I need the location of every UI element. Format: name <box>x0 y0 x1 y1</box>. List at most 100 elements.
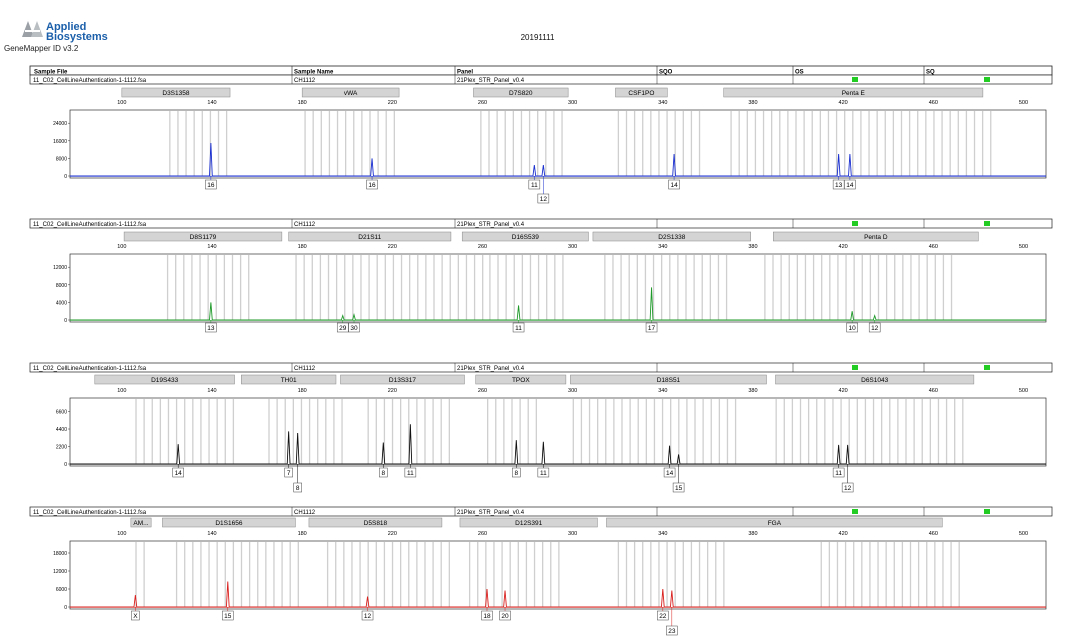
allele-bin <box>658 542 660 607</box>
allele-bin <box>723 542 725 607</box>
allele-bin <box>489 255 491 320</box>
allele-bin <box>674 542 676 607</box>
allele-bin <box>353 111 355 176</box>
allele-call-label: 16 <box>368 182 376 189</box>
allele-bin <box>425 255 427 320</box>
allele-bin <box>625 542 628 607</box>
allele-bin <box>175 255 177 320</box>
allele-bin <box>449 255 451 320</box>
allele-bin <box>292 399 294 464</box>
x-tick-label: 380 <box>748 531 757 537</box>
allele-bin <box>488 111 490 176</box>
dye-panel-green: 11_C02_CellLineAuthentication-1-1112.fsa… <box>29 218 1053 333</box>
allele-call-label: X <box>133 613 138 620</box>
sample-file: 11_C02_CellLineAuthentication-1-1112.fsa <box>33 78 147 84</box>
x-tick-label: 100 <box>117 100 126 106</box>
allele-bin <box>877 255 880 320</box>
allele-bin <box>779 111 781 176</box>
sample-file: 11_C02_CellLineAuthentication-1-1112.fsa <box>33 510 147 516</box>
allele-bin <box>941 111 943 176</box>
allele-bin <box>942 542 944 607</box>
allele-bin <box>861 255 863 320</box>
allele-bin <box>835 111 838 176</box>
allele-bin <box>698 542 701 607</box>
dye-panel-blue: 11_C02_CellLineAuthentication-1-1112.fsa… <box>29 74 1053 204</box>
allele-bin <box>525 542 528 607</box>
allele-bin <box>513 255 515 320</box>
allele-call-label: 12 <box>871 325 879 332</box>
allele-bin <box>950 542 952 607</box>
allele-bin <box>685 255 687 320</box>
allele-bin <box>929 399 931 464</box>
allele-bin <box>819 111 821 176</box>
allele-bin <box>377 111 379 176</box>
allele-bin <box>877 542 879 607</box>
marker-name: D19S433 <box>151 377 178 384</box>
allele-bin <box>159 399 162 464</box>
allele-bin <box>661 399 664 464</box>
allele-bin <box>550 542 552 607</box>
y-tick-label: 4000 <box>56 300 67 306</box>
allele-bin <box>885 542 887 607</box>
allele-bin <box>409 255 411 320</box>
allele-bin <box>840 399 842 464</box>
allele-call-label: 30 <box>350 325 358 332</box>
allele-bin <box>553 111 555 176</box>
allele-bin <box>477 542 479 607</box>
allele-call-label: 14 <box>666 470 674 477</box>
allele-call-label: 14 <box>670 182 678 189</box>
allele-bin <box>771 111 773 176</box>
allele-bin <box>416 399 418 464</box>
table-header-row: Sample File Sample Name Panel SQO OS SQ <box>29 65 1053 76</box>
allele-bin <box>215 255 217 320</box>
allele-bin <box>177 111 179 176</box>
allele-bin <box>311 255 313 320</box>
allele-bin <box>926 542 928 607</box>
allele-bin <box>268 399 270 464</box>
allele-bin <box>208 542 210 607</box>
allele-bin <box>432 399 434 464</box>
sample-info-row <box>29 218 1053 229</box>
allele-bin <box>881 399 883 464</box>
allele-bin <box>300 399 303 464</box>
marker-name: FGA <box>768 520 782 527</box>
x-tick-label: 260 <box>478 100 487 106</box>
allele-bin <box>529 255 532 320</box>
allele-bin <box>933 111 935 176</box>
marker-name: D13S317 <box>389 377 416 384</box>
allele-bin <box>853 255 855 320</box>
allele-bin <box>885 255 888 320</box>
allele-bin <box>284 399 286 464</box>
allele-call-label: 12 <box>364 613 372 620</box>
allele-bin <box>448 542 450 607</box>
allele-bin <box>424 542 426 607</box>
allele-bin <box>199 255 201 320</box>
marker-name: AM... <box>133 520 148 527</box>
allele-bin <box>320 111 322 176</box>
allele-bin <box>240 542 243 607</box>
allele-bin <box>391 542 394 607</box>
allele-bin <box>344 111 347 176</box>
allele-call-label: 8 <box>514 470 518 477</box>
allele-bin <box>921 399 923 464</box>
allele-bin <box>950 255 953 320</box>
allele-call-label: 12 <box>844 485 852 492</box>
x-tick-label: 460 <box>929 388 938 394</box>
allele-bin <box>496 111 498 176</box>
table-header-frame <box>29 65 1053 76</box>
allele-bin <box>807 399 810 464</box>
allele-bin <box>520 111 523 176</box>
allele-bin <box>473 255 476 320</box>
allele-bin <box>934 255 936 320</box>
x-tick-label: 420 <box>839 531 848 537</box>
allele-bin <box>902 255 904 320</box>
allele-bin <box>183 255 185 320</box>
allele-call-label: 11 <box>531 182 538 189</box>
allele-bin <box>824 399 826 464</box>
allele-bin <box>717 255 720 320</box>
allele-bin <box>852 111 854 176</box>
allele-bin <box>893 542 895 607</box>
y-tick-label: 8000 <box>56 283 67 289</box>
allele-bin <box>335 542 337 607</box>
marker-name: TPOX <box>512 377 530 384</box>
